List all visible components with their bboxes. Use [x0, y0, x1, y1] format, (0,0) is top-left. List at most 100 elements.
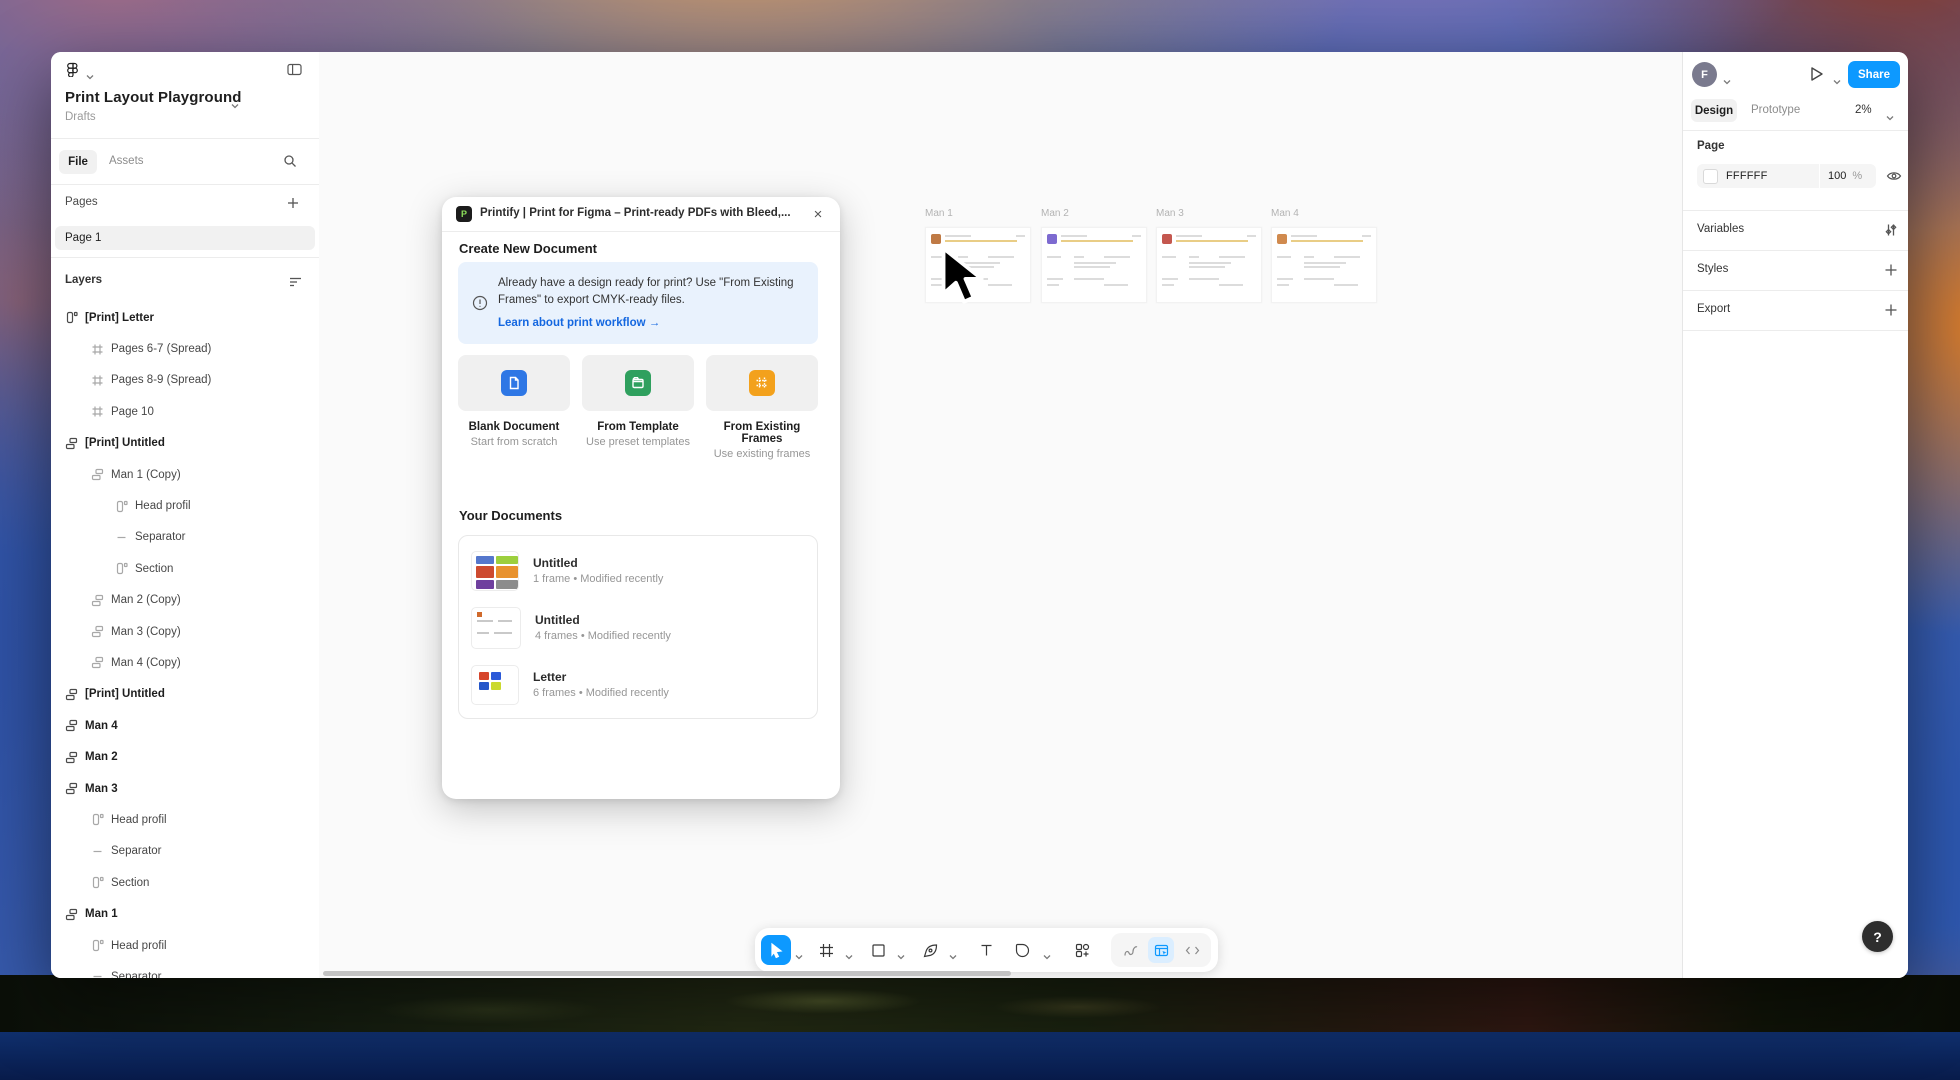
layer-row[interactable]: Man 3: [51, 773, 319, 804]
document-type-cards: Blank Document Start from scratch From T…: [458, 355, 824, 460]
search-icon[interactable]: [283, 154, 297, 168]
file-location[interactable]: Drafts: [65, 111, 96, 123]
present-icon[interactable]: [1807, 65, 1825, 83]
tab-prototype[interactable]: Prototype: [1751, 104, 1800, 116]
page-fill-hex-field[interactable]: FFFFFF: [1697, 164, 1819, 188]
document-row[interactable]: Untitled 1 frame • Modified recently: [459, 542, 817, 599]
opacity-unit: %: [1852, 170, 1862, 182]
layer-row[interactable]: Man 2: [51, 741, 319, 772]
pen-tool-chevron-icon[interactable]: [949, 947, 957, 953]
comment-tool-chevron-icon[interactable]: [1043, 947, 1051, 953]
avatar-chevron-icon[interactable]: [1723, 72, 1731, 78]
frame-tool[interactable]: [811, 935, 841, 965]
section-variables[interactable]: Variables: [1683, 210, 1908, 250]
layout-grid-tool[interactable]: [1148, 937, 1174, 963]
frame-label[interactable]: Man 4: [1271, 208, 1299, 219]
section-styles[interactable]: Styles: [1683, 250, 1908, 290]
your-documents-heading: Your Documents: [459, 508, 562, 523]
canvas-frame-man-3[interactable]: [1156, 227, 1262, 303]
document-row[interactable]: Letter 6 frames • Modified recently: [459, 656, 817, 713]
document-row[interactable]: Untitled 4 frames • Modified recently: [459, 599, 817, 656]
dev-mode-toggle[interactable]: [1179, 937, 1205, 963]
move-tool-chevron-icon[interactable]: [795, 947, 803, 953]
canvas-frame-man-4[interactable]: [1271, 227, 1377, 303]
variables-icon[interactable]: [1884, 223, 1898, 237]
layer-row[interactable]: Man 4: [51, 710, 319, 741]
pen-tool[interactable]: [915, 935, 945, 965]
file-name[interactable]: Print Layout Playground: [65, 89, 241, 106]
layer-row[interactable]: Head profil: [51, 490, 319, 521]
pages-label: Pages: [65, 196, 98, 208]
sidebar-tabs: File Assets: [51, 140, 319, 184]
layer-row[interactable]: Head profil: [51, 930, 319, 961]
card-blank-document[interactable]: Blank Document Start from scratch: [458, 355, 570, 460]
plugin-icon: P: [456, 206, 472, 222]
actions-tool[interactable]: [1067, 935, 1097, 965]
zoom-chevron-icon[interactable]: [1886, 108, 1894, 114]
section-icon: [65, 751, 78, 764]
text-tool[interactable]: [971, 935, 1001, 965]
card-from-existing-frames[interactable]: From Existing Frames Use existing frames: [706, 355, 818, 460]
instance-icon: [115, 500, 128, 513]
layer-row[interactable]: Pages 6-7 (Spread): [51, 333, 319, 364]
sidebar-toggle-icon[interactable]: [287, 63, 302, 76]
layer-row[interactable]: [Print] Letter: [51, 302, 319, 333]
plugin-dialog-header[interactable]: P Printify | Print for Figma – Print-rea…: [442, 197, 840, 232]
layer-row[interactable]: Section: [51, 867, 319, 898]
zoom-level[interactable]: 2%: [1855, 104, 1872, 116]
add-page-icon[interactable]: [287, 196, 299, 208]
page-item-selected[interactable]: Page 1: [55, 226, 315, 250]
color-swatch[interactable]: [1703, 169, 1718, 184]
tab-file[interactable]: File: [59, 150, 97, 174]
layer-row[interactable]: Man 1: [51, 898, 319, 929]
canvas-frame-man-2[interactable]: [1041, 227, 1147, 303]
layers-options-icon[interactable]: [289, 275, 302, 287]
layer-row[interactable]: [Print] Untitled: [51, 679, 319, 710]
chevron-down-icon[interactable]: [86, 67, 94, 73]
shape-tool-chevron-icon[interactable]: [897, 947, 905, 953]
section-icon: [91, 468, 104, 481]
instance-icon: [91, 813, 104, 826]
user-avatar[interactable]: F: [1692, 62, 1717, 87]
tab-assets[interactable]: Assets: [109, 155, 144, 167]
present-chevron-icon[interactable]: [1833, 72, 1841, 78]
frame-label[interactable]: Man 2: [1041, 208, 1069, 219]
fill-hex-value: FFFFFF: [1726, 170, 1768, 182]
frame-label[interactable]: Man 3: [1156, 208, 1184, 219]
move-tool[interactable]: [761, 935, 791, 965]
layer-row[interactable]: Man 3 (Copy): [51, 616, 319, 647]
frame-label[interactable]: Man 1: [925, 208, 953, 219]
shape-tool[interactable]: [863, 935, 893, 965]
print-workflow-link[interactable]: Learn about print workflow →: [498, 317, 660, 329]
layer-row[interactable]: Separator: [51, 522, 319, 553]
help-button[interactable]: ?: [1862, 921, 1893, 952]
file-name-chevron-icon[interactable]: [231, 96, 239, 102]
close-icon[interactable]: ×: [808, 204, 828, 224]
frame-tool-chevron-icon[interactable]: [845, 947, 853, 953]
wallpaper-bottom: [0, 1032, 1960, 1080]
layer-row[interactable]: Head profil: [51, 804, 319, 835]
add-export-icon[interactable]: [1884, 303, 1898, 317]
layer-row[interactable]: Separator: [51, 836, 319, 867]
tab-design[interactable]: Design: [1691, 99, 1737, 122]
layer-row[interactable]: Pages 8-9 (Spread): [51, 365, 319, 396]
mouse-cursor: [936, 246, 994, 308]
card-from-template[interactable]: From Template Use preset templates: [582, 355, 694, 460]
share-button[interactable]: Share: [1848, 61, 1900, 88]
layer-row[interactable]: [Print] Untitled: [51, 428, 319, 459]
horizontal-scrollbar[interactable]: [323, 971, 1011, 976]
visibility-eye-icon[interactable]: [1886, 168, 1902, 184]
comment-tool[interactable]: [1007, 935, 1037, 965]
layer-row[interactable]: Page 10: [51, 396, 319, 427]
layer-row[interactable]: Section: [51, 553, 319, 584]
section-export[interactable]: Export: [1683, 290, 1908, 330]
page-fill-opacity-field[interactable]: 100 %: [1820, 164, 1876, 188]
layer-row[interactable]: Man 1 (Copy): [51, 459, 319, 490]
layer-row[interactable]: Man 4 (Copy): [51, 647, 319, 678]
layer-row[interactable]: Separator: [51, 961, 319, 978]
layer-row[interactable]: Man 2 (Copy): [51, 585, 319, 616]
add-style-icon[interactable]: [1884, 263, 1898, 277]
draw-tool[interactable]: [1117, 937, 1143, 963]
template-icon: [625, 370, 651, 396]
figma-menu-icon[interactable]: [65, 62, 80, 77]
